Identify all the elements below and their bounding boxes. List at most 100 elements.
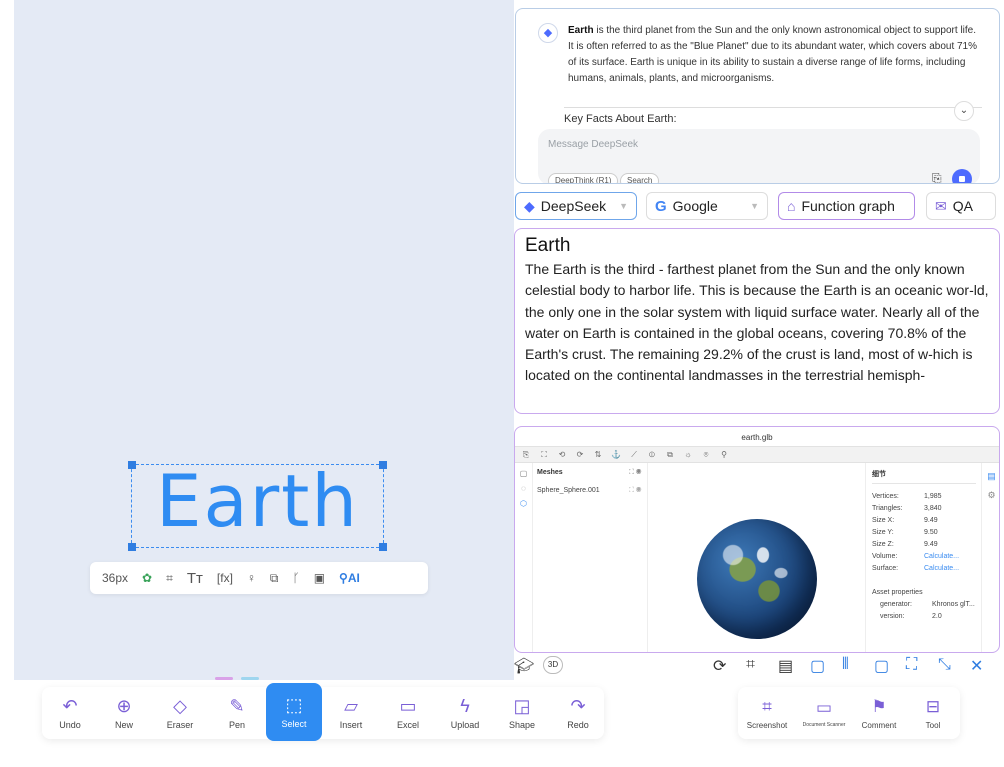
- fit-view-icon[interactable]: ⛶: [539, 450, 549, 460]
- select-label: Select: [281, 719, 307, 729]
- microphone-icon[interactable]: ♀: [247, 568, 256, 588]
- rotate-icon[interactable]: ⟲: [557, 450, 567, 459]
- detail-value: 9.49: [924, 541, 938, 548]
- excel-button[interactable]: ▭ Excel: [380, 687, 436, 739]
- screenshot-button[interactable]: ⌗ Screenshot: [742, 687, 792, 739]
- mesh-item[interactable]: Sphere_Sphere.001: [537, 487, 600, 494]
- ai-search-icon: ⚲: [339, 571, 348, 585]
- flip-icon[interactable]: ⇅: [593, 450, 603, 459]
- page-indicator-2[interactable]: [241, 677, 259, 680]
- crop-icon[interactable]: ⌗: [746, 656, 755, 674]
- comment-label: Comment: [861, 720, 897, 730]
- font-style-icon[interactable]: Tт: [187, 568, 203, 588]
- send-button[interactable]: [952, 169, 972, 183]
- materials-icon[interactable]: ◌: [515, 484, 532, 493]
- select-button[interactable]: ⬚ Select: [266, 683, 322, 741]
- scroll-down-button[interactable]: ⌄: [954, 101, 974, 121]
- upload-button[interactable]: ϟ Upload: [437, 687, 493, 739]
- detail-row: Vertices: 1,985: [872, 493, 982, 500]
- resize-handle-top-left[interactable]: [128, 461, 136, 469]
- comment-button[interactable]: ⚑ Comment: [856, 687, 902, 739]
- undo-icon: ↶: [62, 696, 78, 716]
- detail-value: 1,985: [924, 493, 942, 500]
- zoom-icon[interactable]: ⚲: [719, 450, 729, 459]
- resize-handle-bottom-right[interactable]: [379, 543, 387, 551]
- selected-text-box[interactable]: Earth: [128, 459, 387, 551]
- redo-button[interactable]: ↷ Redo: [550, 687, 606, 739]
- text-case-icon[interactable]: ⌗: [166, 568, 173, 588]
- chat-message: ◆ Earth is the third planet from the Sun…: [538, 23, 978, 87]
- fullscreen-icon[interactable]: ⛶: [906, 656, 917, 674]
- detail-key: Volume:: [872, 553, 898, 560]
- window-icon[interactable]: ▢: [874, 656, 889, 676]
- visibility-icon[interactable]: ⛶ ◉: [629, 487, 641, 495]
- translate-icon[interactable]: ⧉: [270, 568, 279, 588]
- asset-value: 2.0: [932, 613, 942, 620]
- asset-key: version:: [880, 613, 905, 620]
- tab-function-graph-label: Function graph: [801, 198, 895, 214]
- section-icon[interactable]: ⦶: [647, 450, 657, 460]
- measure-icon[interactable]: ⟋: [629, 450, 639, 460]
- side-toolbar: ⌗ Screenshot ▭ Document Scanner ⚑ Commen…: [738, 687, 960, 739]
- undo-button[interactable]: ↶ Undo: [42, 687, 98, 739]
- new-button[interactable]: ⊕ New: [96, 687, 152, 739]
- detail-key: Size Y:: [872, 529, 894, 536]
- select-cursor-icon: ⬚: [285, 695, 303, 715]
- camera-icon[interactable]: ⌾: [701, 450, 711, 460]
- page-indicator-1[interactable]: [215, 677, 233, 680]
- copy-icon[interactable]: ⧉: [665, 450, 675, 460]
- deepthink-chip[interactable]: DeepThink (R1): [548, 173, 619, 183]
- shape-button[interactable]: ◲ Shape: [494, 687, 550, 739]
- earth-text[interactable]: Earth: [132, 459, 383, 543]
- chat-input-placeholder[interactable]: Message DeepSeek: [548, 139, 638, 150]
- toolbox-icon: ⊟: [925, 696, 941, 716]
- font-size-selector[interactable]: 36px: [102, 568, 128, 588]
- light-icon[interactable]: ☼: [683, 450, 693, 459]
- formula-icon[interactable]: [fx]: [217, 568, 233, 588]
- visibility-icon[interactable]: ⛶ ◉: [629, 469, 641, 477]
- graduation-cap-icon[interactable]: 🎓︎: [514, 656, 534, 676]
- detail-row: Size Y: 9.50: [872, 529, 982, 536]
- pen-button[interactable]: ✎ Pen: [209, 687, 265, 739]
- file-icon[interactable]: ▢: [515, 469, 532, 478]
- close-icon[interactable]: ✕: [970, 656, 983, 676]
- attach-icon[interactable]: ⎘: [932, 171, 942, 183]
- tab-function-graph[interactable]: ⌂ Function graph: [778, 192, 915, 220]
- rotate-icon[interactable]: ⟳: [575, 450, 585, 459]
- chat-input-box[interactable]: Message DeepSeek DeepThink (R1) Search ⎘: [538, 129, 980, 183]
- eraser-icon: ◇: [173, 696, 187, 716]
- calculate-volume-link[interactable]: Calculate...: [924, 553, 959, 560]
- collapse-icon[interactable]: ⤡: [938, 656, 951, 674]
- cube-icon[interactable]: ⬡: [515, 499, 532, 508]
- tab-deepseek[interactable]: ◆ DeepSeek ▼: [515, 192, 637, 220]
- document-icon[interactable]: ▤: [778, 656, 793, 676]
- detail-row: Surface: Calculate...: [872, 565, 982, 572]
- anchor-icon[interactable]: ⚓: [611, 450, 621, 459]
- handwriting-icon[interactable]: ᚴ: [293, 568, 300, 588]
- split-icon[interactable]: ⫴: [842, 656, 849, 674]
- resize-handle-bottom-left[interactable]: [128, 543, 136, 551]
- image-text-icon[interactable]: ▣: [314, 568, 325, 588]
- tool-button[interactable]: ⊟ Tool: [910, 687, 956, 739]
- tool-label: Tool: [925, 720, 941, 730]
- document-scanner-button[interactable]: ▭ Document Scanner: [796, 687, 852, 739]
- settings-icon[interactable]: ⚙: [982, 490, 999, 501]
- search-chip[interactable]: Search: [620, 173, 660, 183]
- insert-label: Insert: [339, 720, 363, 730]
- ai-button[interactable]: ⚲ AI: [339, 568, 360, 588]
- insert-button[interactable]: ▱ Insert: [323, 687, 379, 739]
- palette-icon[interactable]: ✿: [142, 568, 152, 588]
- tab-qa[interactable]: ✉ QA: [926, 192, 996, 220]
- calculate-surface-link[interactable]: Calculate...: [924, 565, 959, 572]
- details-icon[interactable]: ▤: [982, 471, 999, 482]
- refresh-icon[interactable]: ⟳: [713, 656, 726, 676]
- square-icon[interactable]: ▢: [810, 656, 825, 676]
- earth-globe-model[interactable]: [697, 519, 817, 639]
- open-file-icon[interactable]: ⎘: [521, 450, 531, 460]
- tab-google[interactable]: G Google ▼: [646, 192, 768, 220]
- 3d-badge[interactable]: 3D: [543, 656, 563, 674]
- 3d-scene[interactable]: [648, 463, 865, 652]
- eraser-button[interactable]: ◇ Eraser: [152, 687, 208, 739]
- resize-handle-top-right[interactable]: [379, 461, 387, 469]
- asset-key: generator:: [880, 601, 912, 608]
